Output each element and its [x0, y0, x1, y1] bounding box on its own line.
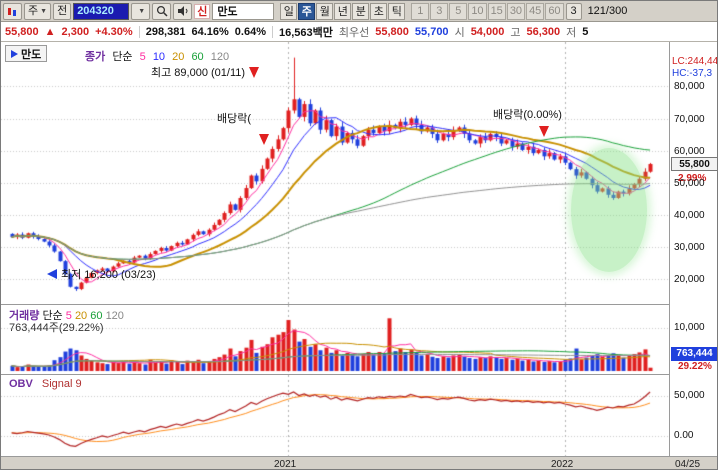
time-axis-scrollbar[interactable]: 2021 2022 04/25	[1, 456, 717, 470]
obv-panel: OBV Signal 9	[1, 374, 669, 456]
hc-label: HC:-37,3	[672, 68, 713, 79]
stock-name: 만도	[212, 2, 275, 20]
minute-3-button[interactable]: 3	[430, 2, 449, 20]
tick-count-button[interactable]: 3	[565, 2, 582, 20]
price-axis-label: 30,000	[674, 242, 705, 253]
obv-legend: OBV Signal 9	[9, 378, 82, 390]
obv-axis-label: 50,000	[674, 390, 705, 401]
minute-10-button[interactable]: 10	[468, 2, 487, 20]
legend-close-label: 종가	[85, 51, 106, 63]
divider	[271, 25, 273, 38]
current-price-box: 55,800	[671, 157, 717, 171]
up-arrow-icon: ▲	[44, 25, 56, 38]
open-price: 54,000	[470, 25, 505, 38]
quote-bar: 55,800 ▲ 2,300 +4.30% 298,381 64.16% 0.6…	[1, 22, 717, 42]
period-minute-button[interactable]: 분	[352, 2, 370, 20]
current-volume-pct: 29.22%	[678, 361, 712, 372]
end-date-label: 04/25	[675, 459, 701, 470]
price-axis-label: 40,000	[674, 210, 705, 221]
minute-60-button[interactable]: 60	[545, 2, 564, 20]
minute-1-button[interactable]: 1	[411, 2, 430, 20]
period-day-button[interactable]: 일	[280, 2, 298, 20]
price-axis-label: 50,000	[674, 178, 705, 189]
low-label: 저	[566, 26, 577, 39]
price-change-pct: +4.30%	[95, 25, 133, 38]
best-bid: 55,700	[414, 25, 449, 38]
price-change: 2,300	[61, 25, 90, 38]
obv-signal-label: Signal 9	[41, 378, 82, 390]
right-axis: LC:244,44 HC:-37,3 55,800 2.99% 763,444 …	[669, 42, 718, 456]
price-axis-label: 70,000	[674, 114, 705, 125]
best-quote-label: 최우선	[338, 26, 370, 39]
year-label-2022: 2022	[551, 459, 574, 470]
ratio-2: 0.64%	[234, 25, 266, 38]
ma5-label: 5	[139, 51, 146, 63]
ma20-label: 20	[172, 51, 185, 63]
price-axis-label: 20,000	[674, 274, 705, 285]
divider	[138, 25, 140, 38]
period-month-button[interactable]: 월	[316, 2, 334, 20]
ratio-1: 64.16%	[191, 25, 229, 38]
ma120-label: 120	[210, 51, 230, 63]
price-axis-label: 80,000	[674, 81, 705, 92]
period-buttons: 일 주 월 년 분 초 틱	[280, 2, 406, 20]
price-legend: 종가 단순 5 10 20 60 120	[85, 48, 233, 64]
minute-30-button[interactable]: 30	[506, 2, 526, 20]
volume-panel: 거래량 단순 5 20 60 120 763,444주(29.22%)	[1, 304, 669, 374]
stock-code-input[interactable]	[73, 2, 130, 20]
low-price: 5	[582, 25, 589, 38]
lc-label: LC:244,44	[672, 56, 718, 67]
period-quick-select[interactable]: 주 ▼	[24, 2, 52, 20]
ma10-label: 10	[152, 51, 166, 63]
exdiv-arrow-1-icon	[259, 134, 269, 145]
price-panel: 만도 종가 단순 5 10 20 60 120 최고 89,000 (01/11…	[1, 42, 669, 304]
ma60-label: 60	[191, 51, 204, 63]
period-week-button[interactable]: 주	[298, 2, 316, 20]
minute-5-button[interactable]: 5	[449, 2, 468, 20]
volume-value: 298,381	[145, 25, 186, 38]
stock-chart-window: 주 ▼ 전 ▼ 신 만도 일 주 월 년 분 초 틱 1 3 5 10 15 3…	[0, 0, 718, 470]
open-label: 시	[454, 26, 465, 39]
search-icon[interactable]	[152, 2, 172, 20]
best-ask: 55,800	[375, 25, 409, 38]
high-price: 56,300	[526, 25, 561, 38]
period-year-button[interactable]: 년	[334, 2, 352, 20]
stock-flag-badge: 신	[194, 3, 211, 19]
period-tick-button[interactable]: 틱	[388, 2, 406, 20]
stock-tab-label: 만도	[21, 48, 42, 61]
minute-preset-buttons: 1 3 5 10 15 30 45 60	[411, 2, 564, 20]
current-volume-box: 763,444	[671, 347, 717, 361]
caret-down-icon: ▼	[40, 7, 48, 15]
prev-button[interactable]: 전	[53, 2, 72, 20]
high-label: 고	[510, 26, 521, 39]
candlestick-glyph	[8, 7, 16, 16]
volume-axis-label: 10,000	[674, 322, 705, 333]
minute-15-button[interactable]: 15	[487, 2, 506, 20]
period-quick-label: 주	[28, 4, 39, 17]
tab-arrow-icon	[11, 49, 18, 58]
minute-45-button[interactable]: 45	[526, 2, 545, 20]
current-price: 55,800	[5, 25, 39, 38]
price-axis-label: 60,000	[674, 146, 705, 157]
exdiv-arrow-2-icon	[539, 126, 549, 137]
trade-amount: 16,563백만	[278, 26, 333, 39]
mini-chart-icon[interactable]	[3, 2, 22, 20]
vma120-label: 120	[105, 310, 124, 322]
code-dropdown-button[interactable]: ▼	[131, 2, 151, 20]
price-chart-canvas[interactable]	[1, 42, 669, 304]
year-label-2021: 2021	[274, 459, 297, 470]
obv-axis-label: 0.00	[674, 430, 694, 441]
obv-label: OBV	[9, 378, 33, 390]
chart-area: 만도 종가 단순 5 10 20 60 120 최고 89,000 (01/11…	[1, 42, 718, 470]
bar-counter: 121/300	[587, 5, 628, 17]
caret-down-icon: ▼	[138, 7, 146, 15]
stock-tab[interactable]: 만도	[5, 45, 48, 62]
period-second-button[interactable]: 초	[370, 2, 388, 20]
legend-type-label: 단순	[112, 51, 133, 63]
obv-chart-canvas[interactable]	[1, 375, 669, 456]
volume-current-text: 763,444주(29.22%)	[9, 322, 104, 334]
speaker-icon[interactable]	[173, 2, 193, 20]
main-toolbar: 주 ▼ 전 ▼ 신 만도 일 주 월 년 분 초 틱 1 3 5 10 15 3…	[1, 1, 717, 22]
